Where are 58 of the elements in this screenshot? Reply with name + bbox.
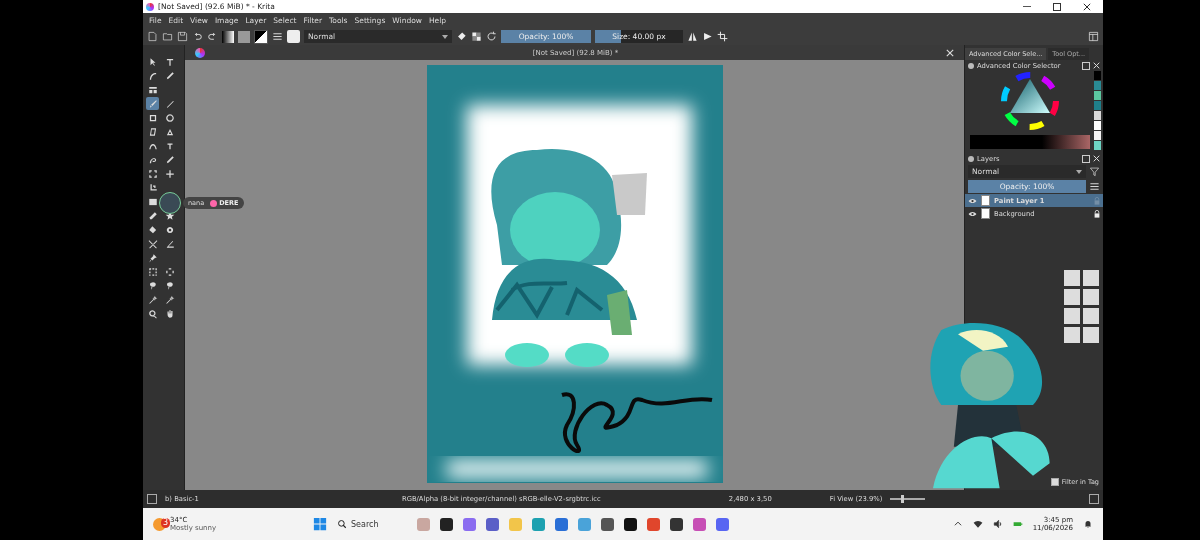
notification-badge: 3 — [161, 518, 171, 528]
caret-icon — [442, 34, 448, 39]
bell-icon[interactable] — [1083, 519, 1093, 529]
color-swatch[interactable] — [1094, 121, 1101, 130]
workspace-icon[interactable] — [1088, 31, 1099, 42]
krita-logo-icon — [146, 2, 154, 11]
maximize-icon[interactable] — [1053, 2, 1061, 11]
search-icon — [337, 519, 347, 529]
brush-thumbnail[interactable] — [1064, 289, 1080, 305]
color-swatch-icon[interactable] — [254, 29, 268, 44]
move-icon[interactable] — [163, 167, 176, 180]
color-swatch[interactable] — [1094, 91, 1101, 100]
mirror-icon[interactable] — [687, 31, 698, 42]
caret-icon — [1076, 169, 1082, 174]
checkbox[interactable] — [1050, 478, 1059, 486]
brush-thumbnail[interactable] — [1083, 289, 1099, 305]
menu-icon[interactable] — [1089, 181, 1100, 192]
windows-start-icon[interactable] — [313, 517, 327, 531]
undo-icon[interactable] — [192, 31, 203, 42]
filter-icon[interactable] — [1089, 166, 1100, 177]
color-swatch[interactable] — [1094, 81, 1101, 90]
layer-thumbnail — [981, 208, 990, 219]
color-wheel[interactable] — [999, 71, 1060, 131]
color-swatch[interactable] — [1094, 111, 1101, 120]
lock-icon[interactable] — [1094, 209, 1100, 218]
save-icon[interactable] — [177, 31, 188, 42]
close-icon[interactable] — [1083, 2, 1091, 11]
brush-settings-icon[interactable] — [272, 31, 283, 42]
brush-thumbnail[interactable] — [1064, 270, 1080, 286]
transform-icon[interactable] — [146, 167, 159, 180]
checker-icon[interactable] — [471, 31, 482, 42]
brush-thumbnail[interactable] — [1083, 270, 1099, 286]
color-swatch[interactable] — [1094, 71, 1101, 80]
reload-icon[interactable] — [486, 31, 497, 42]
zoom-icon[interactable] — [146, 307, 159, 320]
eye-icon[interactable] — [968, 197, 977, 204]
gradient-swatch[interactable] — [222, 30, 234, 43]
eye-icon[interactable] — [968, 210, 977, 217]
wifi-icon[interactable] — [972, 519, 983, 529]
brush-thumbnail[interactable] — [1083, 308, 1099, 324]
slider-handle[interactable] — [900, 495, 904, 503]
speaker-icon[interactable] — [992, 519, 1003, 529]
pattern-swatch[interactable] — [238, 30, 250, 43]
play-icon[interactable] — [702, 31, 713, 42]
brush-thumbnail[interactable] — [1064, 327, 1080, 343]
search-field[interactable]: Search — [351, 519, 401, 529]
battery-icon[interactable] — [1012, 519, 1023, 529]
color-swatch[interactable] — [1094, 131, 1101, 140]
color-swatch[interactable] — [1094, 101, 1101, 110]
new-document-icon[interactable] — [147, 31, 158, 42]
brush-thumbnail[interactable] — [1083, 327, 1099, 343]
color-swatch[interactable] — [1094, 141, 1101, 150]
layer-thumbnail — [981, 195, 990, 206]
shade-selector[interactable] — [969, 135, 1090, 149]
redo-icon[interactable] — [207, 31, 218, 42]
brush-thumbnail[interactable] — [1064, 308, 1080, 324]
chevron-up-icon[interactable] — [952, 519, 963, 529]
krita-logo-icon — [195, 47, 205, 58]
